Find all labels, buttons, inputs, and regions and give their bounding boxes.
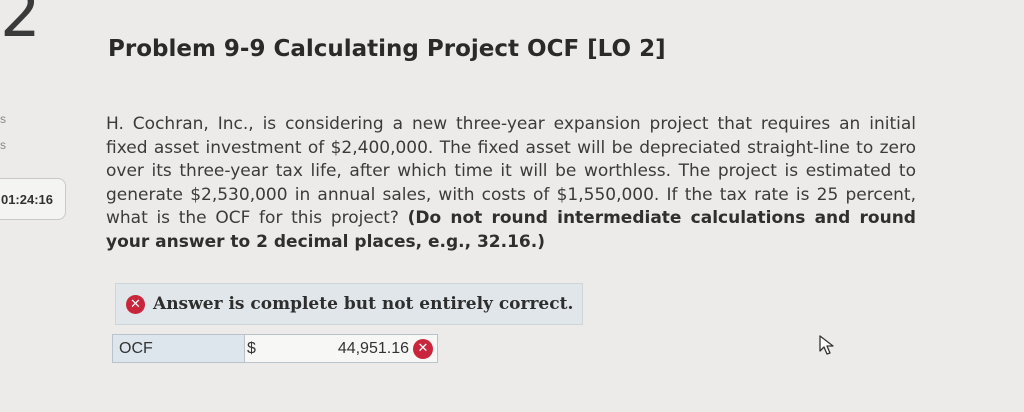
feedback-banner: ✕ Answer is complete but not entirely co…	[115, 283, 583, 325]
currency-symbol: $	[247, 339, 256, 357]
ocf-label: OCF	[113, 335, 245, 362]
page-number: 2	[0, 0, 41, 52]
mouse-pointer-icon	[819, 335, 834, 355]
edge-mark: s	[0, 138, 6, 152]
ocf-answer-input[interactable]: $ 44,951.16 ✕	[245, 335, 437, 362]
answer-row: OCF $ 44,951.16 ✕	[112, 334, 438, 363]
problem-title: Problem 9-9 Calculating Project OCF [LO …	[108, 36, 666, 62]
problem-text-block: H. Cochran, Inc., is considering a new t…	[106, 113, 916, 254]
x-circle-icon: ✕	[413, 338, 433, 359]
ocf-answer-value[interactable]: 44,951.16	[338, 340, 409, 358]
x-circle-icon: ✕	[126, 294, 145, 314]
timer: 01:24:16	[0, 178, 66, 220]
edge-mark: s	[0, 112, 6, 126]
feedback-message: Answer is complete but not entirely corr…	[153, 294, 574, 314]
